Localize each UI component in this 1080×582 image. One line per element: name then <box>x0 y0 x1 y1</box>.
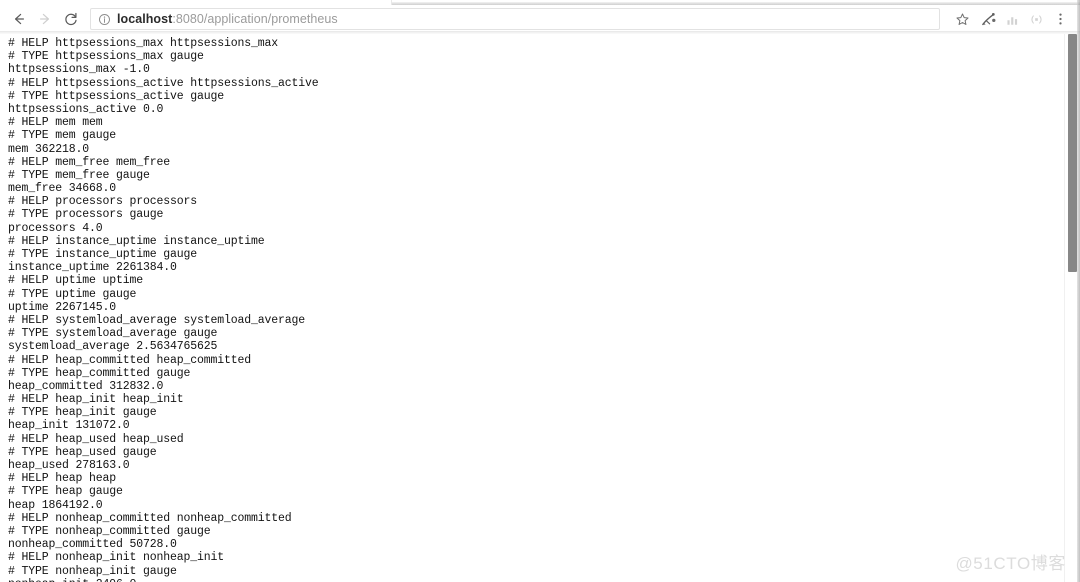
browser-toolbar: localhost:8080/application/prometheus <box>0 5 1080 33</box>
metrics-line: # TYPE nonheap_init gauge <box>8 564 177 578</box>
metrics-line: # HELP heap_init heap_init <box>8 393 184 407</box>
watermark: @51CTO博客 <box>955 554 1066 573</box>
metrics-line: uptime 2267145.0 <box>8 300 117 314</box>
metrics-line: # TYPE httpsessions_active gauge <box>8 89 225 103</box>
vertical-scrollbar-thumb[interactable] <box>1068 34 1077 272</box>
metrics-line: # HELP mem mem <box>8 116 103 130</box>
metrics-line: systemload_average 2.5634765625 <box>8 340 218 354</box>
metrics-line: # TYPE heap_used gauge <box>8 445 157 459</box>
metrics-line: # TYPE mem gauge <box>8 129 117 143</box>
metrics-line: # TYPE heap gauge <box>8 485 123 499</box>
metrics-line: # HELP heap_committed heap_committed <box>8 353 252 367</box>
reload-icon <box>63 11 79 27</box>
metrics-line: httpsessions_max -1.0 <box>8 63 150 77</box>
address-bar[interactable]: localhost:8080/application/prometheus <box>90 8 940 30</box>
page-viewport: # HELP httpsessions_max httpsessions_max… <box>0 34 1080 582</box>
page-info-icon[interactable] <box>98 13 111 26</box>
metrics-line: nonheap_committed 50728.0 <box>8 538 177 552</box>
metrics-line: # TYPE uptime gauge <box>8 287 137 301</box>
metrics-line: # TYPE nonheap_committed gauge <box>8 524 211 538</box>
menu-kebab-icon[interactable] <box>1048 6 1072 32</box>
reload-button[interactable] <box>58 6 84 32</box>
forward-button[interactable] <box>32 6 58 32</box>
metrics-line: heap_init 131072.0 <box>8 419 130 433</box>
metrics-line: # HELP processors processors <box>8 195 198 209</box>
metrics-line: # HELP systemload_average systemload_ave… <box>8 313 306 327</box>
metrics-line: heap 1864192.0 <box>8 498 103 512</box>
metrics-line: processors 4.0 <box>8 221 103 235</box>
back-button[interactable] <box>6 6 32 32</box>
metrics-line: heap_committed 312832.0 <box>8 379 164 393</box>
chart-icon[interactable] <box>1000 6 1024 32</box>
prometheus-metrics-text: # HELP httpsessions_max httpsessions_max… <box>8 37 1048 582</box>
metrics-line: heap_used 278163.0 <box>8 459 130 472</box>
metrics-line: # HELP heap_used heap_used <box>8 432 184 446</box>
metrics-line: httpsessions_active 0.0 <box>8 102 164 116</box>
metrics-line: nonheap_init 2496.0 <box>8 578 1048 582</box>
arrow-left-icon <box>11 11 27 27</box>
metrics-line: # HELP nonheap_init nonheap_init <box>8 551 225 565</box>
metrics-line: instance_uptime 2261384.0 <box>8 261 177 275</box>
metrics-line: # HELP instance_uptime instance_uptime <box>8 234 265 248</box>
arrow-right-icon <box>37 11 53 27</box>
bookmark-star-icon[interactable] <box>948 6 976 32</box>
url-host: localhost <box>117 12 173 26</box>
metrics-line: # TYPE heap_committed gauge <box>8 366 191 380</box>
browser-window: localhost:8080/application/prometheus # … <box>0 0 1080 582</box>
metrics-line: # HELP uptime uptime <box>8 274 144 288</box>
metrics-line: # TYPE systemload_average gauge <box>8 327 218 341</box>
metrics-line: # HELP heap heap <box>8 472 117 486</box>
metrics-line: # HELP nonheap_committed nonheap_committ… <box>8 511 292 525</box>
metrics-line: # HELP httpsessions_active httpsessions_… <box>8 76 319 90</box>
metrics-line: # HELP httpsessions_max httpsessions_max <box>8 37 279 50</box>
metrics-line: # HELP mem_free mem_free <box>8 155 171 169</box>
metrics-line: # TYPE httpsessions_max gauge <box>8 50 204 64</box>
metrics-line: mem 362218.0 <box>8 142 90 156</box>
metrics-line: # TYPE processors gauge <box>8 208 164 222</box>
extension-icon[interactable] <box>976 6 1000 32</box>
metrics-line: # TYPE mem_free gauge <box>8 168 150 182</box>
cast-icon[interactable] <box>1024 6 1048 32</box>
metrics-line: # TYPE instance_uptime gauge <box>8 248 198 261</box>
address-bar-url: localhost:8080/application/prometheus <box>117 12 338 26</box>
metrics-line: # TYPE heap_init gauge <box>8 406 157 420</box>
metrics-line: mem_free 34668.0 <box>8 182 117 196</box>
url-path: :8080/application/prometheus <box>172 12 338 26</box>
